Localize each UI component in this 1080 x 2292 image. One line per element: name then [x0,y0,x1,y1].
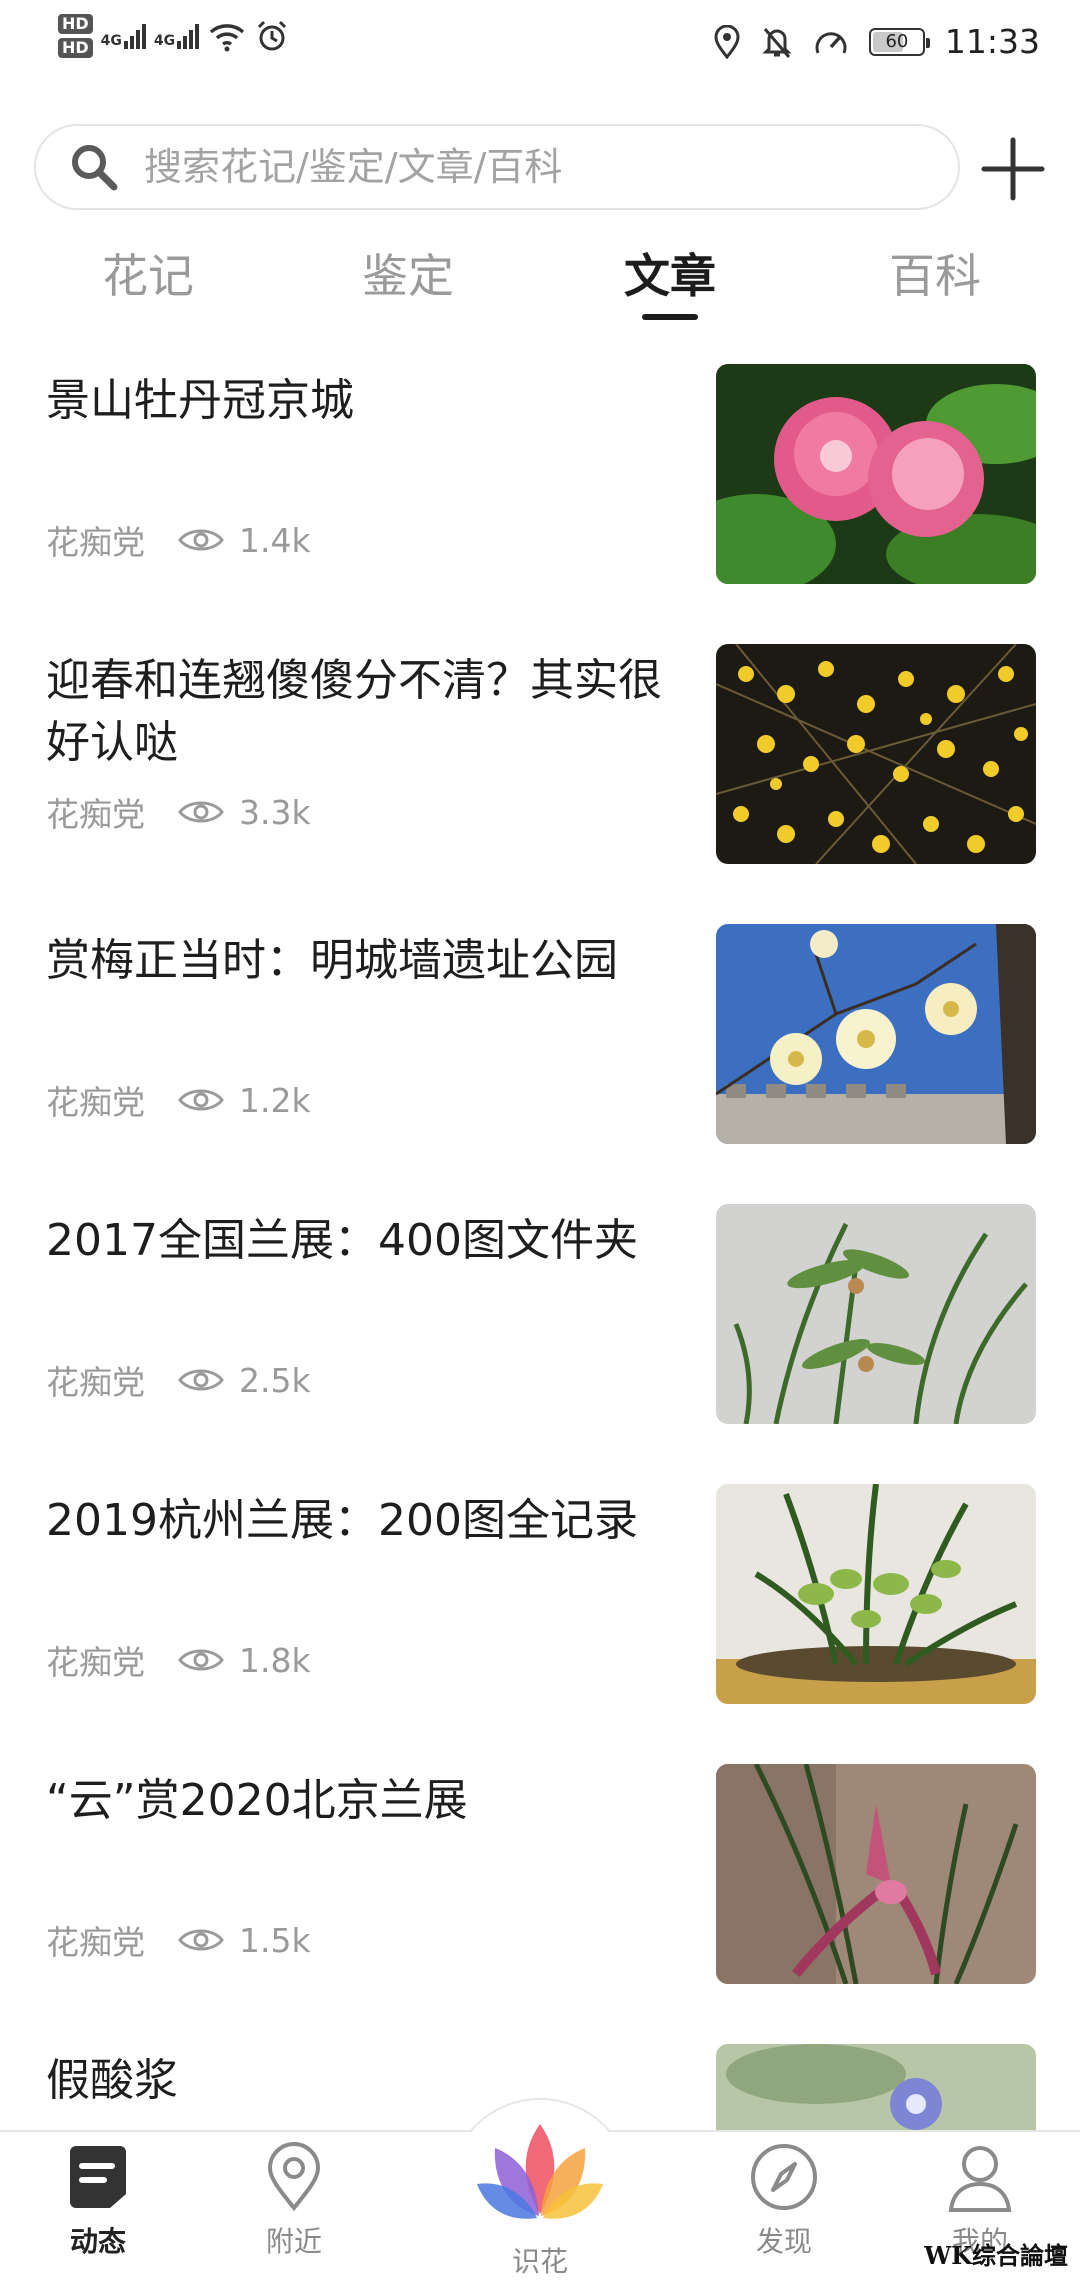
article-author: 花痴党 [46,1643,145,1682]
article-title: 2019杭州兰展：200图全记录 [46,1495,638,1546]
tab-label: 百科 [889,249,981,303]
user-icon [948,2146,1012,2212]
nav-label: 动态 [69,2225,126,2258]
signal-bars-icon [177,23,200,49]
article-title: 赏梅正当时：明城墙遗址公园 [46,935,618,986]
article-thumbnail [716,2044,1036,2132]
article-title: 迎春和连翘傻傻分不清？其实很好认哒 [46,655,662,768]
article-views: 3.3k [239,792,311,832]
article-thumbnail [716,1204,1036,1424]
eye-icon [178,1089,224,1111]
tab-huaji[interactable]: 花记 [48,240,248,306]
battery-indicator: 60 [868,27,930,56]
article-meta: 花痴党 1.8k [46,1636,311,1684]
article-author: 花痴党 [46,1923,145,1962]
signal-2: 4G [153,23,200,49]
article-views: 2.5k [239,1360,311,1400]
tab-label: 花记 [102,249,194,303]
speedometer-icon [815,31,847,54]
article-views: 1.4k [239,520,311,560]
eye-icon [178,801,224,823]
add-button[interactable] [980,136,1046,202]
article-views: 1.8k [239,1640,311,1680]
status-left: HD HD 4G 4G [58,14,289,58]
article-thumbnail [716,1764,1036,1984]
eye-icon [178,1369,224,1391]
article-item[interactable]: 2019杭州兰展：200图全记录 花痴党 1.8k [0,1482,1080,1764]
article-meta: 花痴党 3.3k [46,788,311,836]
article-author: 花痴党 [46,1083,145,1122]
alarm-icon [258,20,287,51]
article-author: 花痴党 [46,1363,145,1402]
clock: 11:33 [944,22,1040,61]
mute-bell-icon [762,27,792,58]
article-meta: 花痴党 1.5k [46,1916,311,1964]
article-thumbnail [716,924,1036,1144]
article-item[interactable]: 2017全国兰展：400图文件夹 花痴党 2.5k [0,1202,1080,1484]
article-thumbnail [716,1484,1036,1704]
article-thumbnail [716,364,1036,584]
search-input[interactable] [142,144,906,190]
article-item[interactable]: 景山牡丹冠京城 花痴党 1.4k [0,362,1080,644]
sim2-hd-badge: HD [58,38,93,58]
battery-level: 60 [885,31,909,52]
location-icon [714,24,740,59]
article-title: “云”赏2020北京兰展 [46,1775,468,1826]
nav-label: 附近 [265,2225,322,2258]
feed-icon [70,2146,126,2208]
article-list: 景山牡丹冠京城 花痴党 1.4k 迎春和连翘傻傻分不清？其实很好认哒 花痴党 3… [0,362,1080,2132]
article-meta: 花痴党 2.5k [46,1356,311,1404]
search-icon [72,145,118,191]
compass-icon [751,2144,817,2210]
article-title: 2017全国兰展：400图文件夹 [46,1215,638,1266]
network-type-2: 4G [153,33,176,49]
article-meta: 花痴党 1.4k [46,516,311,564]
search-bar[interactable] [34,124,960,210]
active-tab-indicator [642,314,698,320]
tab-baike[interactable]: 百科 [835,240,1035,306]
article-title: 景山牡丹冠京城 [46,375,354,426]
article-author: 花痴党 [46,523,145,562]
article-item[interactable]: “云”赏2020北京兰展 花痴党 1.5k [0,1762,1080,2044]
eye-icon [178,1649,224,1671]
identify-flower-button[interactable]: 识花 [444,2098,636,2292]
eye-icon [178,1929,224,1951]
tab-label: 文章 [624,249,716,303]
article-thumbnail [716,644,1036,864]
network-type-1: 4G [100,33,122,49]
article-item[interactable]: 迎春和连翘傻傻分不清？其实很好认哒 花痴党 3.3k [0,642,1080,924]
article-item[interactable]: 赏梅正当时：明城墙遗址公园 花痴党 1.2k [0,922,1080,1204]
status-bar: HD HD 4G 4G 60 11:33 [0,0,1080,90]
watermark: WK综合論壇 [924,2241,1068,2270]
location-pin-icon [267,2142,321,2212]
tab-wenzhang[interactable]: 文章 [570,240,770,320]
article-views: 1.2k [239,1080,311,1120]
wifi-icon [209,24,245,52]
sim1-hd-badge: HD [58,14,93,34]
signal-1: 4G [101,23,146,49]
lotus-icon [477,2124,603,2219]
article-author: 花痴党 [46,795,145,834]
nav-label: 发现 [755,2225,812,2258]
nav-nearby[interactable]: 附近 [214,2142,374,2260]
nav-label: 识花 [511,2245,568,2278]
status-right: 60 11:33 [713,22,1040,61]
tab-jianding[interactable]: 鉴定 [308,240,508,306]
category-tabs: 花记 鉴定 文章 百科 [0,240,1080,330]
signal-bars-icon [123,23,146,49]
article-views: 1.5k [239,1920,311,1960]
tab-label: 鉴定 [362,249,454,303]
sim-badges: HD HD [58,14,93,58]
article-meta: 花痴党 1.2k [46,1076,311,1124]
nav-discover[interactable]: 发现 [704,2142,864,2260]
eye-icon [178,529,224,551]
nav-feed[interactable]: 动态 [18,2142,178,2260]
